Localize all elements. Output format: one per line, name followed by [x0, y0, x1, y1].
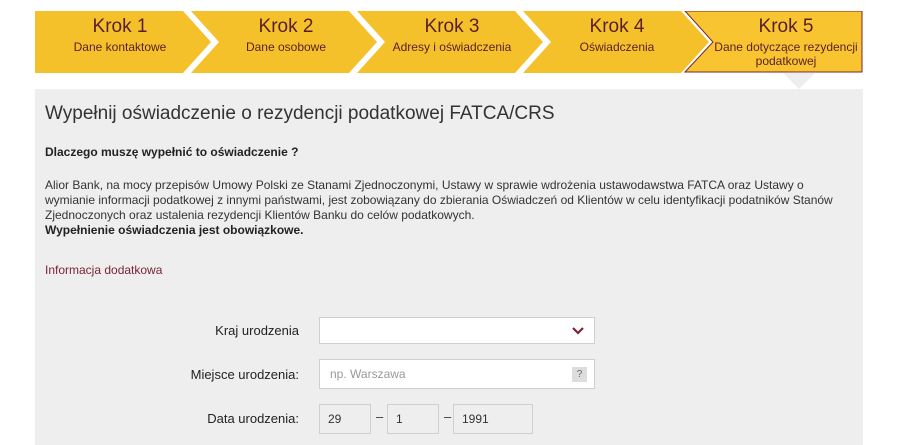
date-month-input[interactable] — [387, 404, 439, 434]
step-5-subtitle: Dane dotyczące rezydencji podatkowej — [714, 40, 858, 68]
date-separator-1: – — [376, 409, 384, 424]
mandatory-note: Wypełnienie oświadczenia jest obowiązkow… — [45, 223, 304, 237]
step-4-title: Krok 4 — [589, 16, 645, 37]
step-2[interactable]: Krok 2 Dane osobowe — [201, 11, 371, 73]
chevron-down-icon — [572, 327, 584, 335]
step-3-title: Krok 3 — [424, 16, 480, 37]
more-info-link[interactable]: Informacja dodatkowa — [45, 263, 162, 277]
help-button[interactable]: ? — [572, 367, 587, 382]
step-4-subtitle: Oświadczenia — [579, 40, 655, 54]
step-3[interactable]: Krok 3 Adresy i oświadczenia — [367, 11, 537, 73]
description-text: Alior Bank, na mocy przepisów Umowy Pols… — [45, 178, 833, 222]
place-of-birth-input[interactable] — [319, 359, 595, 389]
step-1[interactable]: Krok 1 Dane kontaktowe — [35, 11, 205, 73]
step-1-subtitle: Dane kontaktowe — [73, 40, 167, 54]
step-2-subtitle: Dane osobowe — [245, 40, 327, 54]
step-2-title: Krok 2 — [258, 16, 314, 37]
step-1-title: Krok 1 — [92, 16, 148, 37]
step-4[interactable]: Krok 4 Oświadczenia — [532, 11, 702, 73]
steps-progress: Krok 1 Dane kontaktowe Krok 2 Dane osobo… — [35, 11, 863, 89]
date-year-input[interactable] — [453, 404, 533, 434]
step-5-title: Krok 5 — [758, 16, 814, 37]
date-label: Data urodzenia: — [207, 411, 299, 426]
step-5[interactable]: Krok 5 Dane dotyczące rezydencji podatko… — [711, 11, 861, 73]
step-3-subtitle: Adresy i oświadczenia — [392, 40, 512, 54]
page-title: Wypełnij oświadczenie o rezydencji podat… — [45, 103, 555, 124]
date-separator-2: – — [444, 409, 452, 424]
country-select[interactable] — [319, 317, 595, 344]
place-label: Miejsce urodzenia: — [190, 367, 299, 382]
active-step-pointer — [783, 73, 815, 89]
date-day-input[interactable] — [319, 404, 371, 434]
question-heading: Dlaczego muszę wypełnić to oświadczenie … — [45, 145, 299, 159]
country-label: Kraj urodzenia — [215, 323, 299, 338]
description: Alior Bank, na mocy przepisów Umowy Pols… — [45, 178, 845, 238]
fatca-panel: Wypełnij oświadczenie o rezydencji podat… — [35, 89, 863, 445]
